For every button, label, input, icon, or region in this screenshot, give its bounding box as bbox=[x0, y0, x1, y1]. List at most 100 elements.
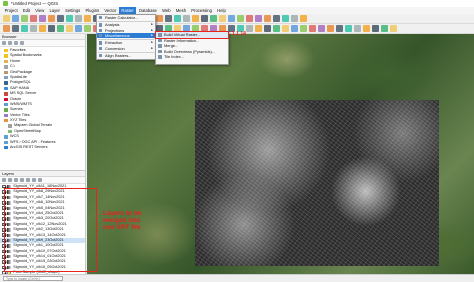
menu-mesh[interactable]: Mesh bbox=[173, 7, 188, 14]
zoom-out-icon[interactable] bbox=[21, 25, 28, 32]
measure-icon[interactable] bbox=[291, 15, 298, 22]
collapse-all-icon[interactable] bbox=[14, 41, 18, 45]
browser-item-label: ArcGIS REST Servers bbox=[10, 145, 48, 150]
step-annotation: 1.1.14 bbox=[232, 31, 246, 37]
attribute-table-icon[interactable] bbox=[273, 25, 280, 32]
menu-help[interactable]: Help bbox=[215, 7, 229, 14]
browser-item-icon bbox=[4, 54, 8, 58]
zoom-out-icon[interactable] bbox=[156, 15, 163, 22]
zoom-out-icon[interactable] bbox=[264, 15, 271, 22]
pan-icon[interactable] bbox=[30, 15, 37, 22]
menu-database[interactable]: Database bbox=[136, 7, 159, 14]
zoom-in-icon[interactable] bbox=[255, 15, 262, 22]
locator-search-input[interactable]: Type to locate (Ctrl+K) bbox=[3, 276, 63, 281]
measure-icon[interactable] bbox=[372, 25, 379, 32]
browser-item-icon bbox=[4, 135, 8, 139]
save-project-icon[interactable] bbox=[21, 15, 28, 22]
menu-settings[interactable]: Settings bbox=[63, 7, 83, 14]
browser-tree: Favorites Spatial Bookmarks Home C:\ GeoPack… bbox=[0, 47, 85, 150]
properties-icon[interactable] bbox=[20, 41, 24, 45]
menu-web[interactable]: Web bbox=[159, 7, 173, 14]
measure-icon[interactable] bbox=[183, 15, 190, 22]
measure-icon[interactable] bbox=[48, 25, 55, 32]
menu-view[interactable]: View bbox=[33, 7, 47, 14]
browser-item-icon bbox=[4, 119, 8, 123]
pan-icon[interactable] bbox=[246, 15, 253, 22]
measure-icon[interactable] bbox=[75, 15, 82, 22]
new-project-icon[interactable] bbox=[300, 25, 307, 32]
open-layer-styling-icon[interactable] bbox=[2, 178, 6, 182]
label-icon[interactable] bbox=[291, 25, 298, 32]
identify-icon[interactable] bbox=[57, 15, 64, 22]
misc-submenu-item[interactable]: Tile Index... bbox=[156, 54, 228, 60]
attribute-table-icon[interactable] bbox=[84, 15, 91, 22]
raster-menu-item[interactable]: Conversion ▸ bbox=[97, 46, 155, 51]
attribute-table-icon[interactable] bbox=[192, 15, 199, 22]
label-icon[interactable] bbox=[75, 25, 82, 32]
save-project-icon[interactable] bbox=[237, 15, 244, 22]
zoom-out-icon[interactable] bbox=[345, 25, 352, 32]
browser-item[interactable]: ArcGIS REST Servers bbox=[0, 145, 85, 150]
raster-menu-item-label: Raster Calculator... bbox=[105, 15, 139, 20]
browser-item-icon bbox=[4, 70, 8, 74]
expand-all-icon[interactable] bbox=[26, 178, 30, 182]
identify-icon[interactable] bbox=[246, 25, 253, 32]
new-project-icon[interactable] bbox=[219, 15, 226, 22]
miscellaneous-submenu: Build Virtual Raster... Raster Informatio… bbox=[155, 31, 229, 65]
collapse-all-icon[interactable] bbox=[32, 178, 36, 182]
select-icon[interactable] bbox=[39, 25, 46, 32]
identify-icon[interactable] bbox=[273, 15, 280, 22]
merge-callout-text: Layers to be merged into one VRT file bbox=[103, 210, 142, 232]
add-group-icon[interactable] bbox=[8, 178, 12, 182]
menu-layer[interactable]: Layer bbox=[47, 7, 63, 14]
select-icon[interactable] bbox=[255, 25, 262, 32]
new-project-icon[interactable] bbox=[84, 25, 91, 32]
zoom-in-icon[interactable] bbox=[39, 15, 46, 22]
remove-layer-icon[interactable] bbox=[38, 178, 42, 182]
identify-icon[interactable] bbox=[30, 25, 37, 32]
measure-icon[interactable] bbox=[264, 25, 271, 32]
zoom-in-icon[interactable] bbox=[12, 25, 19, 32]
statistics-icon[interactable] bbox=[66, 25, 73, 32]
open-project-icon[interactable] bbox=[309, 25, 316, 32]
align-icon bbox=[99, 53, 103, 58]
select-icon[interactable] bbox=[66, 15, 73, 22]
menu-vector[interactable]: Vector bbox=[102, 7, 119, 14]
label-icon[interactable] bbox=[210, 15, 217, 22]
menu-project[interactable]: Project bbox=[2, 7, 20, 14]
filter-legend-icon[interactable] bbox=[20, 178, 24, 182]
select-icon[interactable] bbox=[363, 25, 370, 32]
attribute-table-icon[interactable] bbox=[300, 15, 307, 22]
attribute-table-icon[interactable] bbox=[381, 25, 388, 32]
raster-menu-item[interactable]: Align Rasters... bbox=[97, 53, 155, 58]
filter-icon[interactable] bbox=[8, 41, 12, 45]
new-project-icon[interactable] bbox=[3, 15, 10, 22]
pan-icon[interactable] bbox=[327, 25, 334, 32]
identify-icon[interactable] bbox=[354, 25, 361, 32]
raster-menu-item[interactable]: Raster Calculator... bbox=[97, 15, 155, 20]
menu-raster[interactable]: Raster bbox=[118, 7, 137, 14]
attribute-table-icon[interactable] bbox=[57, 25, 64, 32]
select-icon[interactable] bbox=[174, 15, 181, 22]
menu-edit[interactable]: Edit bbox=[20, 7, 32, 14]
zoom-out-icon[interactable] bbox=[48, 15, 55, 22]
save-project-icon[interactable] bbox=[318, 25, 325, 32]
manage-map-themes-icon[interactable] bbox=[14, 178, 18, 182]
statistics-icon[interactable] bbox=[201, 15, 208, 22]
browser-panel: Browser Favorites Spatial Bookmarks Home C:… bbox=[0, 34, 86, 170]
select-icon[interactable] bbox=[282, 15, 289, 22]
menu-processing[interactable]: Processing bbox=[189, 7, 215, 14]
open-project-icon[interactable] bbox=[12, 15, 19, 22]
refresh-icon[interactable] bbox=[2, 41, 6, 45]
zoom-in-icon[interactable] bbox=[336, 25, 343, 32]
open-project-icon[interactable] bbox=[228, 15, 235, 22]
raster-menu-item-label: Projections bbox=[105, 27, 125, 33]
identify-icon[interactable] bbox=[165, 15, 172, 22]
menu-plugins[interactable]: Plugins bbox=[83, 7, 102, 14]
statistics-icon[interactable] bbox=[282, 25, 289, 32]
statistics-icon[interactable] bbox=[390, 25, 397, 32]
raster-menu-item[interactable]: Miscellaneous ▸ bbox=[97, 32, 155, 39]
browser-item-icon bbox=[4, 65, 8, 69]
browser-item-icon bbox=[4, 81, 8, 85]
pan-icon[interactable] bbox=[3, 25, 10, 32]
